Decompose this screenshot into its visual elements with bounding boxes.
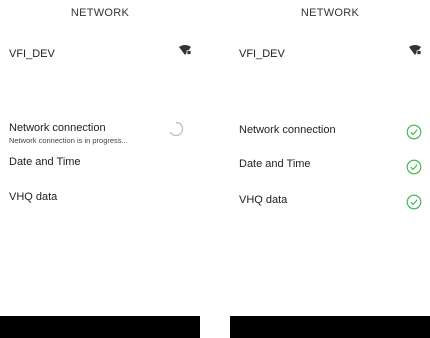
wifi-ssid: VFI_DEV (9, 48, 55, 60)
item-label: Network connection (9, 122, 106, 134)
network-screen-in-progress: NETWORK VFI_DEV Network connection Netwo… (0, 0, 200, 338)
item-status-text: Network connection is in progress... (9, 136, 128, 145)
item-label: Date and Time (239, 158, 311, 170)
list-item-network-connection: Network connection Network connection is… (9, 121, 192, 145)
list-item-vhq-data: VHQ data (239, 194, 422, 210)
wifi-lock-icon (179, 45, 192, 55)
wifi-network-row[interactable]: VFI_DEV (239, 44, 422, 60)
list-item-network-connection: Network connection (239, 124, 422, 140)
network-screen-complete: NETWORK VFI_DEV Network connection Date … (230, 0, 430, 338)
item-label: Date and Time (9, 156, 81, 168)
item-label: VHQ data (239, 194, 288, 206)
check-circle-icon (406, 159, 422, 175)
bottom-bar (0, 316, 200, 338)
page-title: NETWORK (70, 7, 130, 19)
item-label: VHQ data (9, 191, 58, 203)
list-item-date-and-time: Date and Time (239, 158, 422, 175)
check-circle-icon (406, 194, 422, 210)
item-label: Network connection (239, 124, 336, 136)
list-item-vhq-data: VHQ data (9, 191, 192, 203)
loading-spinner-icon (169, 121, 184, 137)
check-circle-icon (406, 124, 422, 140)
wifi-network-row[interactable]: VFI_DEV (9, 44, 192, 60)
list-item-date-and-time: Date and Time (9, 156, 192, 168)
bottom-bar (230, 316, 430, 338)
page-title: NETWORK (300, 7, 360, 19)
wifi-lock-icon (409, 45, 422, 55)
wifi-ssid: VFI_DEV (239, 48, 285, 60)
